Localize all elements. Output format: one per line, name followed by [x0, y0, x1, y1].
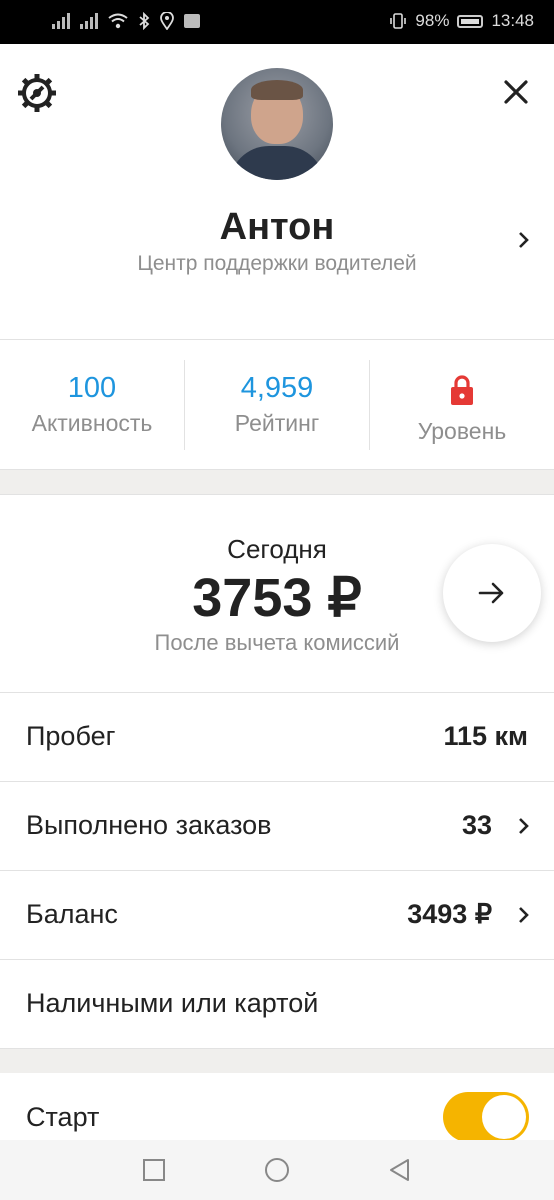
stat-label: Рейтинг [234, 410, 320, 436]
system-nav-bar [0, 1140, 554, 1200]
list-row-payment-method[interactable]: Наличными или картой [0, 960, 554, 1048]
row-label: Выполнено заказов [26, 810, 272, 840]
stat-value: 4,959 [240, 372, 314, 404]
start-label: Старт [26, 1102, 100, 1132]
section-spacer [0, 470, 554, 494]
stat-activity[interactable]: 100 Активность [0, 340, 184, 470]
stat-rating[interactable]: 4,959 Рейтинг [185, 340, 369, 470]
support-center-link[interactable]: Центр поддержки водителей [0, 252, 554, 276]
clock: 13:48 [491, 11, 534, 30]
list-row-mileage: Пробег 115 км [0, 693, 554, 781]
row-value: 115 км [443, 721, 528, 751]
row-label: Баланс [26, 899, 118, 929]
location-icon [160, 12, 174, 30]
row-label: Наличными или картой [26, 988, 319, 1018]
row-value: 33 [461, 810, 492, 840]
stats-panel: 100 Активность 4,959 Рейтинг Уровень [0, 340, 554, 470]
status-icons-right: 98% 13:48 [389, 11, 534, 31]
divider [0, 494, 554, 495]
vibrate-icon [390, 13, 407, 29]
stat-value: 100 [67, 372, 117, 404]
recent-apps-icon[interactable] [142, 1158, 166, 1182]
battery-icon [457, 14, 484, 28]
toggle-knob [482, 1095, 526, 1139]
lock-icon [451, 375, 473, 405]
section-spacer [0, 1049, 554, 1073]
earnings-details-button[interactable] [443, 544, 541, 642]
stat-level[interactable]: Уровень [370, 340, 554, 470]
stat-label: Активность [31, 410, 153, 436]
row-value: 3493 ₽ [407, 899, 492, 929]
status-bar: 98% 13:48 [0, 0, 554, 44]
list-row-balance[interactable]: Баланс 3493 ₽ [0, 871, 554, 959]
settings-gear-icon[interactable] [16, 72, 58, 114]
chevron-right-icon [516, 818, 532, 834]
signal-icon [80, 13, 98, 29]
wifi-icon [108, 13, 128, 29]
back-icon[interactable] [388, 1158, 412, 1182]
home-icon[interactable] [265, 1158, 289, 1182]
close-icon[interactable] [500, 76, 532, 108]
avatar-hair-shape [251, 80, 303, 100]
arrow-right-icon [478, 582, 504, 604]
start-toggle[interactable] [443, 1092, 529, 1142]
avatar-body-shape [229, 146, 325, 180]
row-label: Пробег [26, 721, 116, 751]
chevron-right-icon [516, 907, 532, 923]
battery-percent: 98% [415, 11, 450, 30]
stat-label: Уровень [417, 418, 507, 444]
profile-chevron-right-icon[interactable] [516, 232, 532, 248]
signal-icon [52, 13, 70, 29]
status-icons-left [52, 12, 200, 30]
avatar[interactable] [221, 68, 333, 180]
bluetooth-icon [139, 12, 150, 30]
list-row-orders[interactable]: Выполнено заказов 33 [0, 782, 554, 870]
driver-name[interactable]: Антон [0, 206, 554, 249]
notification-icon [184, 14, 200, 28]
